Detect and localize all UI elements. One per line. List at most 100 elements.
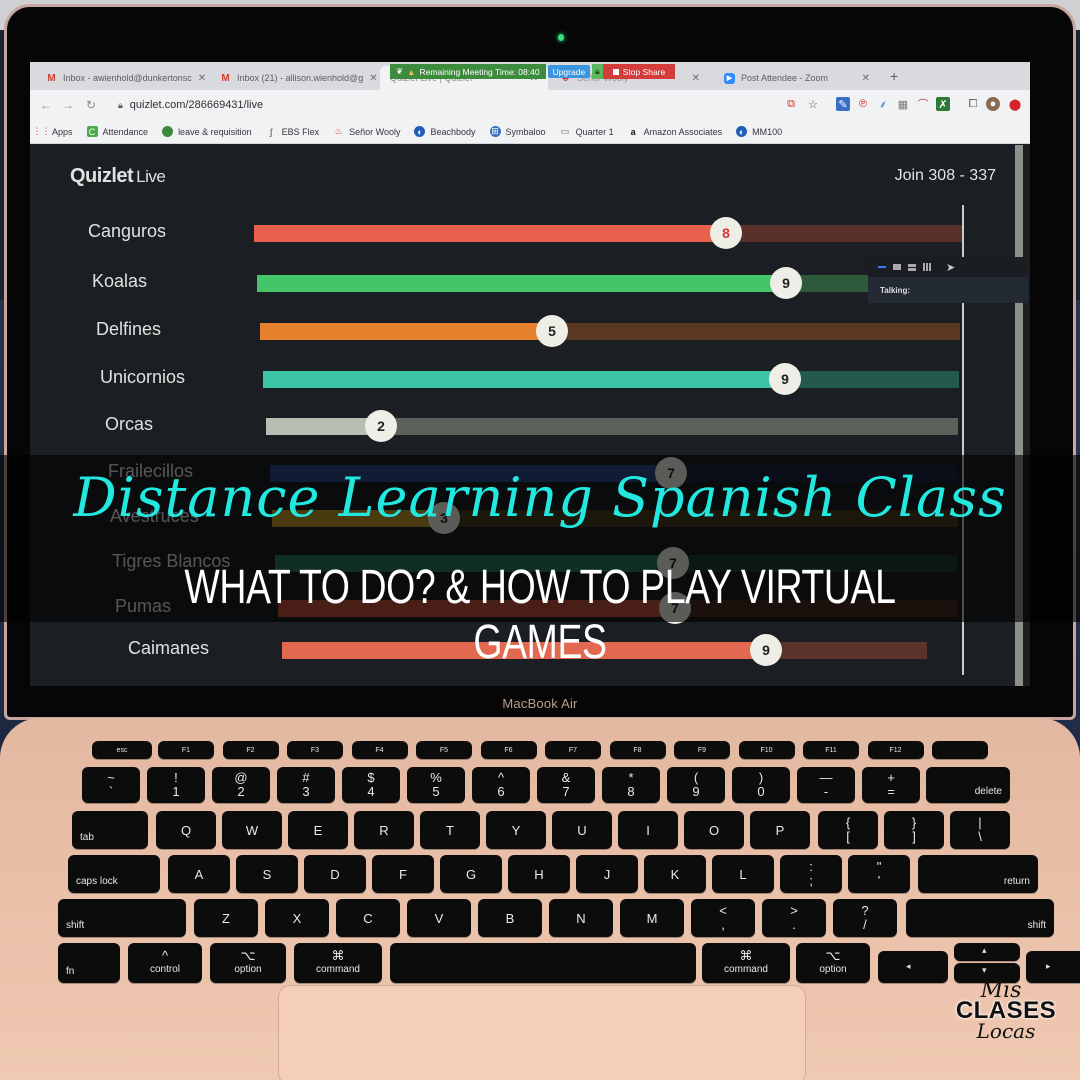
gallery-view-icon[interactable] <box>923 263 931 271</box>
key-letter[interactable]: S <box>236 855 298 893</box>
pinterest-icon[interactable]: ℗ <box>856 97 870 111</box>
key-letter[interactable]: P <box>750 811 810 849</box>
key-return[interactable]: return <box>918 855 1038 893</box>
key-letter[interactable]: X <box>265 899 329 937</box>
key-fn-11[interactable]: F11 <box>803 741 859 759</box>
extension-stop-icon[interactable]: ⬤ <box>1008 97 1022 111</box>
bookmark-quarter-1[interactable]: ▭ Quarter 1 <box>560 126 614 137</box>
cast-icon[interactable]: ⧠ <box>966 97 980 111</box>
key-letter[interactable]: B <box>478 899 542 937</box>
new-tab-button[interactable]: + <box>890 68 898 84</box>
key-tab[interactable]: tab <box>72 811 148 849</box>
key-caps-lock[interactable]: caps lock <box>68 855 160 893</box>
key-num[interactable]: ^ 6 <box>472 767 530 803</box>
profile-avatar[interactable]: ● <box>986 97 1000 111</box>
key-letter[interactable]: R <box>354 811 414 849</box>
key-letter[interactable]: W <box>222 811 282 849</box>
key-punct[interactable]: <, <box>691 899 755 937</box>
zoom-mini-window[interactable]: ➤ Talking: <box>868 257 1028 303</box>
key-fn[interactable]: fn <box>58 943 120 983</box>
bookmark-beachbody[interactable]: ◐ Beachbody <box>414 126 476 137</box>
close-tab-icon[interactable]: ✕ <box>369 73 377 84</box>
key-letter[interactable]: E <box>288 811 348 849</box>
bookmark-amazon-associates[interactable]: a Amazon Associates <box>628 126 723 137</box>
key-fn-2[interactable]: F2 <box>222 741 279 759</box>
bookmark-senor-wooly[interactable]: ♨ Señor Wooly <box>333 126 401 137</box>
key-control[interactable]: ^ control <box>128 943 202 983</box>
upgrade-button[interactable]: Upgrade <box>547 65 591 78</box>
key-fn-9[interactable]: F9 <box>674 741 730 759</box>
key-letter[interactable]: D <box>304 855 366 893</box>
key-fn-3[interactable]: F3 <box>287 741 343 759</box>
key-fn-6[interactable]: F6 <box>480 741 537 759</box>
key-letter[interactable]: H <box>508 855 570 893</box>
key-letter[interactable]: A <box>168 855 230 893</box>
key-letter[interactable]: K <box>644 855 706 893</box>
key-letter[interactable]: N <box>549 899 613 937</box>
extension-sheets-icon[interactable]: ✗ <box>936 97 950 111</box>
key-letter[interactable]: Q <box>156 811 216 849</box>
close-tab-icon[interactable]: ✕ <box>692 73 700 84</box>
key-letter[interactable]: O <box>684 811 744 849</box>
key-letter[interactable]: L <box>712 855 774 893</box>
key-option-right[interactable]: ⌥ option <box>796 943 870 983</box>
tab-post-attendee-zoom[interactable]: ▶ Post Attendee - Zoom ✕ <box>714 66 880 90</box>
key-num[interactable]: ~ ` <box>82 767 140 803</box>
key-space[interactable] <box>390 943 696 983</box>
bookmark-symbaloo[interactable]: ⊞ Symbaloo <box>489 126 546 137</box>
key-fn-12[interactable]: F12 <box>867 741 924 759</box>
key-fn-1[interactable]: F1 <box>158 741 214 759</box>
blocked-popup-icon[interactable]: ⧉ <box>784 97 798 111</box>
bookmark-attendance[interactable]: C Attendance <box>86 126 148 137</box>
key-letter[interactable]: U <box>552 811 612 849</box>
key-arrow-up[interactable] <box>954 943 1020 961</box>
key-num[interactable]: ! 1 <box>147 767 205 803</box>
key-punct[interactable]: " ' <box>848 855 910 893</box>
lock-icon[interactable]: 🔒︎ <box>592 64 603 79</box>
key-letter[interactable]: F <box>372 855 434 893</box>
key-num[interactable]: + = <box>862 767 920 803</box>
minimize-view-icon[interactable] <box>878 266 886 268</box>
stop-share-button[interactable]: Stop Share <box>602 64 676 79</box>
extension-stack-icon[interactable]: ▦ <box>896 97 910 111</box>
bookmark-leave-requisition[interactable]: leave & requisition <box>162 126 252 137</box>
key-fn-8[interactable]: F8 <box>609 741 666 759</box>
extension-feather-icon[interactable]: ⸙ <box>876 97 890 111</box>
key-letter[interactable]: T <box>420 811 480 849</box>
key-fn-10[interactable]: F10 <box>738 741 795 759</box>
key-shift-left[interactable]: shift <box>58 899 186 937</box>
key-shift-right[interactable]: shift <box>906 899 1054 937</box>
key-fn-13[interactable] <box>932 741 988 759</box>
key-fn-4[interactable]: F4 <box>351 741 408 759</box>
key-letter[interactable]: V <box>407 899 471 937</box>
key-option[interactable]: ⌥ option <box>210 943 286 983</box>
bookmark-star-icon[interactable]: ☆ <box>806 97 820 111</box>
key-command-right[interactable]: ⌘ command <box>702 943 790 983</box>
key-num[interactable]: * 8 <box>602 767 660 803</box>
key-num[interactable]: (9 <box>667 767 725 803</box>
bookmark-mm100[interactable]: ◐ MM100 <box>736 126 782 137</box>
key-bracket[interactable]: | \ <box>950 811 1010 849</box>
key-num[interactable]: #3 <box>277 767 335 803</box>
key-letter[interactable]: J <box>576 855 638 893</box>
key-punct[interactable]: :; <box>780 855 842 893</box>
key-bracket[interactable]: }] <box>884 811 944 849</box>
key-letter[interactable]: M <box>620 899 684 937</box>
key-punct[interactable]: >. <box>762 899 826 937</box>
thumbnail-view-icon[interactable] <box>908 263 916 271</box>
bookmark-ebs-flex[interactable]: ʃ EBS Flex <box>266 126 319 137</box>
close-tab-icon[interactable]: ✕ <box>198 73 206 84</box>
back-button[interactable]: ← <box>40 98 52 112</box>
reload-button[interactable]: ↻ <box>86 98 96 112</box>
close-tab-icon[interactable]: ✕ <box>862 73 870 84</box>
key-command[interactable]: ⌘ command <box>294 943 382 983</box>
key-delete[interactable]: delete <box>926 767 1010 803</box>
key-fn-7[interactable]: F7 <box>545 741 601 759</box>
key-letter[interactable]: G <box>440 855 502 893</box>
extension-pen-icon[interactable]: ✎ <box>836 97 850 111</box>
trackpad[interactable] <box>278 985 806 1080</box>
key-punct[interactable]: ? / <box>833 899 897 937</box>
key-num[interactable]: — - <box>797 767 855 803</box>
extension-arc-icon[interactable]: ⌒ <box>916 97 930 111</box>
forward-button[interactable]: → <box>62 98 74 112</box>
